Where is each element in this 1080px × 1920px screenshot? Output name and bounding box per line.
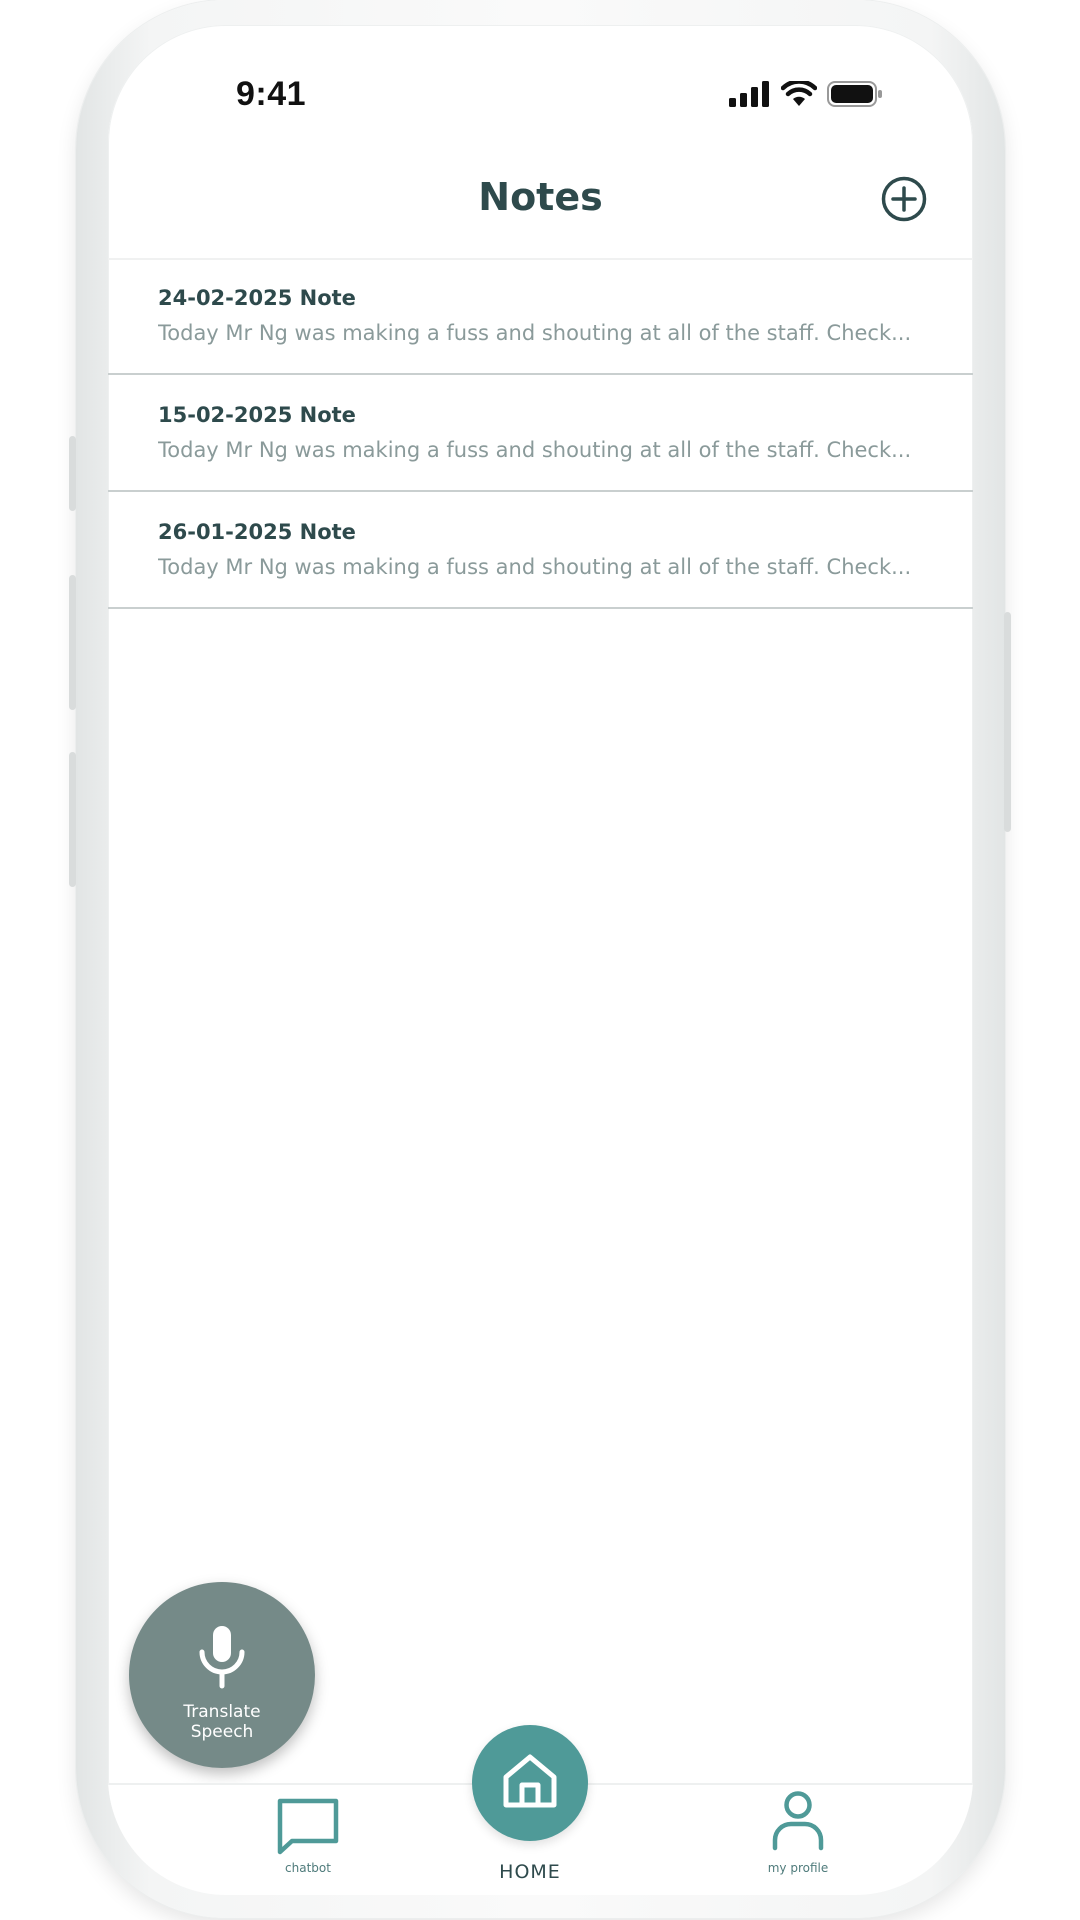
add-note-button[interactable] [881,176,927,222]
mute-switch [69,436,76,511]
power-button [1004,612,1011,832]
status-icons [729,81,883,107]
microphone-icon [199,1626,245,1689]
note-title: 24-02-2025 Note [158,286,356,310]
header: Notes [108,140,973,260]
note-preview: Today Mr Ng was making a fuss and shouti… [158,321,912,345]
home-label: HOME [499,1861,561,1883]
page-title: Notes [478,175,603,219]
screen: 9:41 Notes 24-02-2025 Note Today Mr Ng w… [108,25,973,1895]
translate-speech-button[interactable]: Translate Speech [129,1582,315,1768]
user-icon [772,1791,824,1851]
translate-speech-line2: Speech [190,1722,254,1742]
nav-chatbot[interactable]: chatbot [268,1797,348,1892]
note-title: 26-01-2025 Note [158,520,356,544]
home-icon [503,1754,557,1808]
plus-circle-icon [881,176,927,222]
nav-my-profile-label: my profile [767,1861,829,1875]
page: 9:41 Notes 24-02-2025 Note Today Mr Ng w… [0,0,1080,1920]
volume-down-button [69,752,76,887]
wifi-icon [781,81,817,106]
note-preview: Today Mr Ng was making a fuss and shouti… [158,438,912,462]
list-item[interactable]: 15-02-2025 Note Today Mr Ng was making a… [108,375,973,492]
note-preview: Today Mr Ng was making a fuss and shouti… [158,555,912,579]
status-time: 9:41 [236,75,307,113]
nav-my-profile[interactable]: my profile [748,1790,848,1890]
translate-speech-line1: Translate [183,1702,261,1722]
translate-speech-label: Translate Speech [129,1702,315,1742]
note-title: 15-02-2025 Note [158,403,356,427]
nav-chatbot-label: chatbot [285,1861,331,1875]
list-item[interactable]: 24-02-2025 Note Today Mr Ng was making a… [108,258,973,375]
volume-up-button [69,575,76,710]
chat-bubble-icon [277,1798,339,1855]
battery-icon [827,81,882,107]
list-item[interactable]: 26-01-2025 Note Today Mr Ng was making a… [108,492,973,609]
notes-list: 24-02-2025 Note Today Mr Ng was making a… [108,258,973,609]
cellular-signal-icon [729,81,769,107]
home-button[interactable] [472,1725,588,1841]
